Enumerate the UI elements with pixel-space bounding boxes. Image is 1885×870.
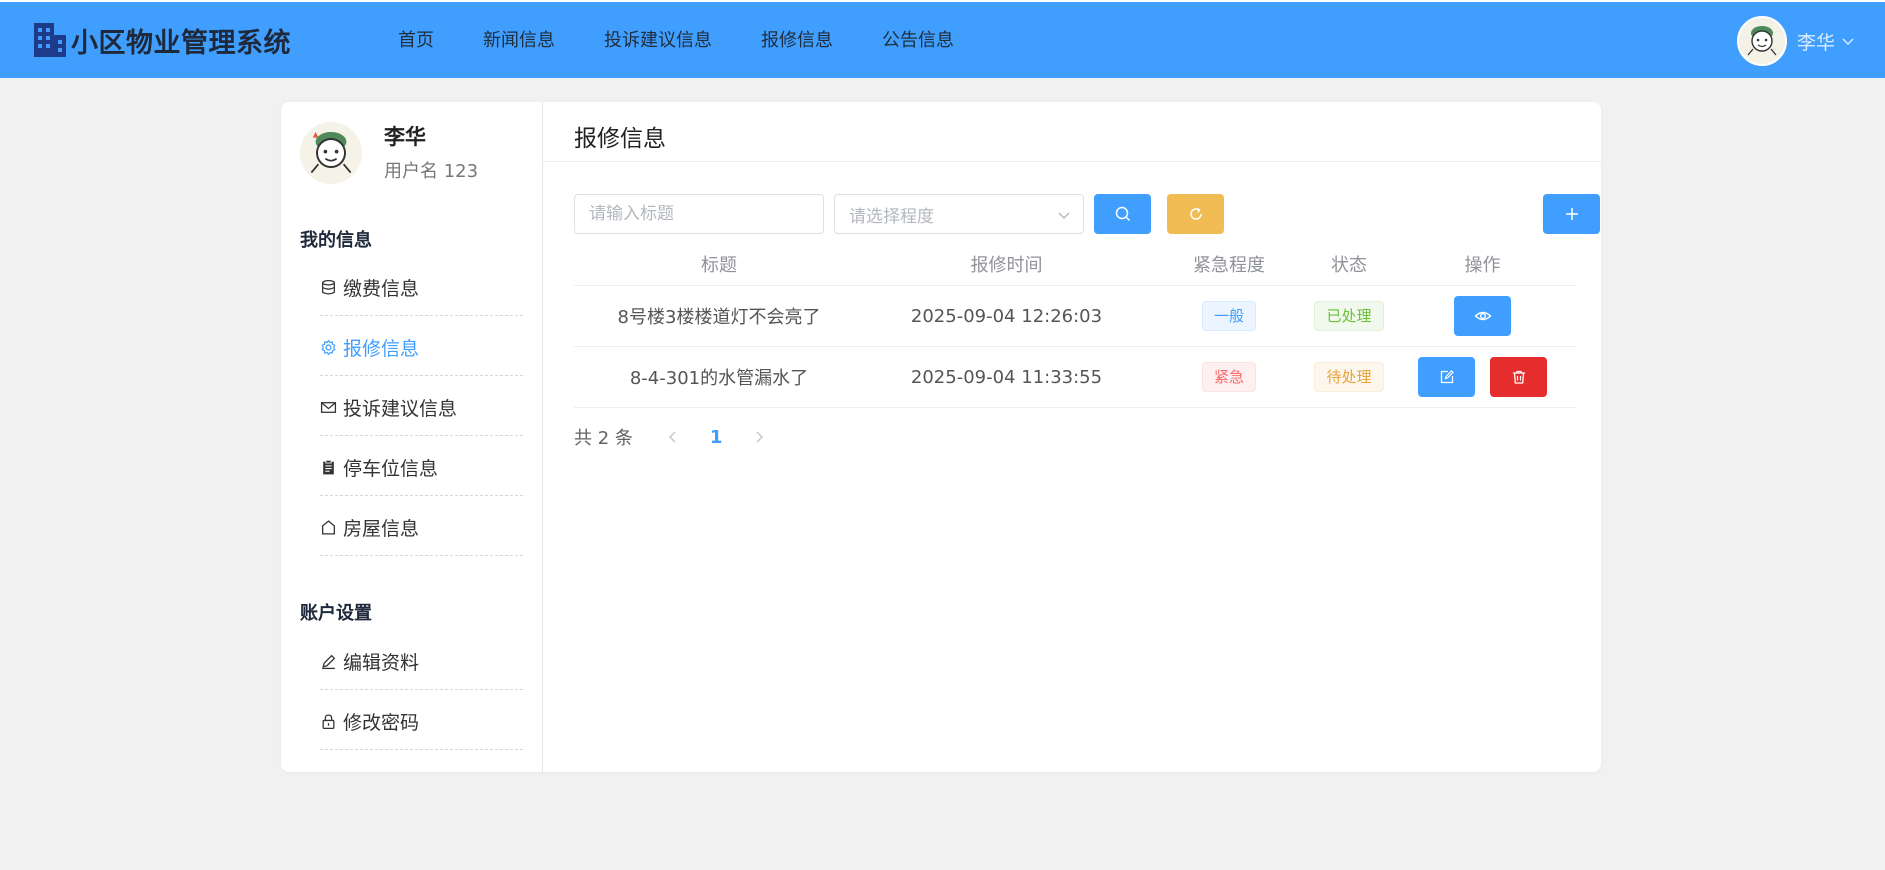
building-icon [34,23,66,57]
page-title: 报修信息 [574,126,666,152]
view-button[interactable] [1454,296,1511,336]
cartoon-avatar-icon [1747,26,1777,56]
section-account-settings: 账户设置 [300,603,372,624]
sidebar-item-complaints[interactable]: 投诉建议信息 [320,376,523,436]
table-row: 8-4-301的水管漏水了 2025-09-04 11:33:55 紧急 待处理 [574,347,1576,408]
chevron-left-icon[interactable] [666,430,680,444]
house-icon [322,520,335,535]
avatar [300,122,362,184]
header-title: 标题 [701,254,737,276]
sidebar-item-housing[interactable]: 房屋信息 [320,496,523,556]
chevron-right-icon[interactable] [752,430,766,444]
table-header: 标题 报修时间 紧急程度 状态 操作 [574,242,1576,286]
sidebar-item-payments[interactable]: 缴费信息 [320,256,523,316]
sidebar-item-label: 投诉建议信息 [343,398,458,420]
refresh-icon [1189,207,1202,220]
sidebar-item-label: 缴费信息 [343,278,420,300]
clipboard-icon [323,459,334,475]
sidebar-item-parking[interactable]: 停车位信息 [320,436,523,496]
status-badge: 待处理 [1314,362,1384,392]
nav-notices[interactable]: 公告信息 [882,28,954,54]
search-button[interactable] [1094,194,1151,234]
cell-title: 8号楼3楼楼道灯不会亮了 [617,307,821,328]
nav-repairs[interactable]: 报修信息 [761,28,833,54]
level-tag: 紧急 [1201,362,1256,392]
main-card: 李华 用户名 123 我的信息 缴费信息 报修信息 投诉建议信息 停车位信息 房… [281,102,1601,772]
title-divider [543,161,1601,162]
header-level: 紧急程度 [1193,254,1265,276]
header-time: 报修时间 [970,254,1043,276]
section-my-info: 我的信息 [300,230,372,251]
my-info-menu: 缴费信息 报修信息 投诉建议信息 停车位信息 房屋信息 [320,256,523,556]
repairs-table: 标题 报修时间 紧急程度 状态 操作 8号楼3楼楼道灯不会亮了 2025-09-… [574,242,1576,408]
sidebar-item-label: 修改密码 [343,712,420,734]
plus-icon [1565,208,1578,220]
delete-button[interactable] [1490,357,1547,397]
pagination-current-page[interactable]: 1 [710,427,723,448]
pen-icon [322,654,336,670]
profile: 李华 用户名 123 [300,122,478,184]
edit-icon [1440,370,1454,384]
sidebar-item-label: 房屋信息 [343,518,420,540]
main-nav: 首页 新闻信息 投诉建议信息 报修信息 公告信息 [398,28,1003,54]
search-toolbar: 请选择程度 [574,194,1224,234]
eye-icon [1473,311,1492,321]
chevron-down-icon [1842,38,1854,46]
profile-username: 用户名 123 [384,161,479,182]
top-header: 小区物业管理系统 首页 新闻信息 投诉建议信息 报修信息 公告信息 李华 [0,0,1885,78]
row-actions [1389,296,1576,336]
cell-time: 2025-09-04 12:26:03 [910,305,1103,327]
header-status: 状态 [1331,254,1367,276]
logo[interactable]: 小区物业管理系统 [34,22,291,59]
avatar [1736,16,1787,66]
content-panel: 报修信息 请选择程度 标题 报修时间 紧急程度 状态 操作 [543,102,1601,772]
header-actions: 操作 [1464,254,1501,276]
user-name: 李华 [1796,31,1835,54]
pagination-total: 共 2 条 [574,428,633,449]
pagination: 共 2 条 1 [574,424,766,450]
sidebar-item-repairs[interactable]: 报修信息 [320,316,523,376]
sidebar-item-edit-profile[interactable]: 编辑资料 [320,630,523,690]
cartoon-avatar-icon [310,132,352,174]
profile-name: 李华 [384,125,426,149]
cell-time: 2025-09-04 11:33:55 [910,366,1103,388]
edit-button[interactable] [1418,357,1475,397]
sidebar-item-label: 编辑资料 [343,652,420,674]
user-menu[interactable]: 李华 [1736,16,1855,66]
gear-icon [321,339,336,356]
search-input[interactable] [574,194,824,234]
search-icon [1115,206,1130,222]
trash-icon [1512,370,1525,384]
database-icon [322,279,335,295]
mail-icon [320,402,337,413]
sidebar-item-label: 停车位信息 [343,458,439,480]
chevron-down-icon [1058,212,1070,219]
sidebar-item-label: 报修信息 [343,338,420,360]
nav-complaints[interactable]: 投诉建议信息 [604,28,712,54]
lock-icon [322,714,335,730]
row-actions [1389,357,1576,397]
level-select-placeholder: 请选择程度 [849,206,934,227]
sidebar: 李华 用户名 123 我的信息 缴费信息 报修信息 投诉建议信息 停车位信息 房… [281,102,543,772]
level-tag: 一般 [1201,301,1256,331]
add-button[interactable] [1543,194,1600,234]
sidebar-item-change-password[interactable]: 修改密码 [320,690,523,750]
app-title: 小区物业管理系统 [71,27,291,59]
nav-news[interactable]: 新闻信息 [483,28,555,54]
reset-button[interactable] [1167,194,1224,234]
status-badge: 已处理 [1314,301,1384,331]
cell-title: 8-4-301的水管漏水了 [629,368,809,389]
account-menu: 编辑资料 修改密码 [320,630,523,750]
level-select[interactable]: 请选择程度 [834,194,1084,234]
nav-home[interactable]: 首页 [398,28,434,54]
table-row: 8号楼3楼楼道灯不会亮了 2025-09-04 12:26:03 一般 已处理 [574,286,1576,347]
